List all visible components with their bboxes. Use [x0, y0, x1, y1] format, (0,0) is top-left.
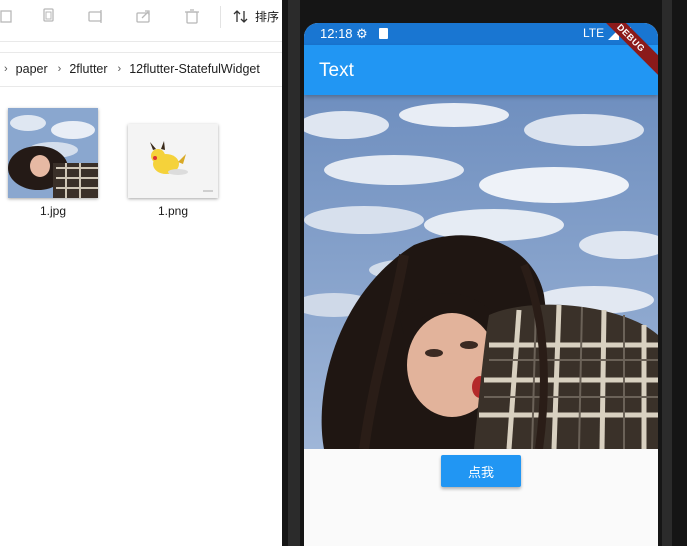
sort-button[interactable]: 排序	[233, 5, 279, 27]
photo-thumbnail-image	[8, 108, 98, 198]
breadcrumb: › paper › 2flutter › 12flutter-StatefulW…	[0, 58, 260, 80]
copy-icon	[43, 8, 54, 22]
toolbar-divider	[220, 6, 221, 28]
image-thumbnail	[128, 124, 218, 198]
file-item-jpg[interactable]: 1.jpg	[3, 108, 103, 218]
pikachu-thumbnail-image	[128, 124, 218, 198]
chevron-right-icon: ›	[57, 63, 62, 75]
click-me-button[interactable]: 点我	[441, 455, 521, 487]
image-thumbnail	[8, 108, 98, 198]
android-status-bar: 12:18 ⚙ LTE	[304, 23, 658, 45]
sort-label: 排序	[255, 9, 280, 24]
cut-icon	[0, 10, 12, 23]
portrait-photo-image	[304, 95, 658, 449]
network-image	[304, 95, 658, 449]
rename-icon	[88, 10, 102, 23]
cut-button[interactable]	[0, 5, 20, 27]
rename-button[interactable]	[83, 5, 109, 27]
phone-frame-edge-right	[662, 0, 672, 546]
file-item-png[interactable]: 1.png	[123, 124, 223, 218]
trash-icon	[185, 8, 199, 24]
phone-screen: 12:18 ⚙ LTE Text DEBUG 点我	[304, 23, 658, 546]
phone-frame-edge-left	[288, 0, 300, 546]
gear-icon: ⚙	[356, 26, 368, 41]
breadcrumb-item-12flutter-statefulwidget[interactable]: 12flutter-StatefulWidget	[129, 62, 260, 76]
sort-icon	[233, 9, 248, 23]
explorer-toolbar: 排序	[0, 0, 300, 34]
file-name-label: 1.jpg	[39, 204, 67, 218]
file-name-label: 1.png	[157, 204, 189, 218]
status-network: LTE	[583, 26, 605, 40]
sd-card-icon	[379, 28, 388, 39]
breadcrumb-item-2flutter[interactable]: 2flutter	[69, 62, 107, 76]
app-bar: Text	[304, 45, 658, 95]
click-me-button-label: 点我	[467, 464, 494, 480]
share-icon	[136, 10, 150, 23]
delete-button[interactable]	[179, 5, 205, 27]
chevron-right-icon: ›	[4, 63, 8, 75]
file-explorer-window: 排序 › paper › 2flutter › 12flutter-Statef…	[0, 0, 300, 546]
addressbar-top-line	[0, 52, 300, 53]
addressbar-bottom-line	[0, 86, 300, 87]
app-bar-title: Text	[319, 60, 354, 81]
chevron-right-icon: ›	[117, 63, 122, 75]
copy-button[interactable]	[35, 5, 61, 27]
share-button[interactable]	[131, 5, 157, 27]
breadcrumb-item-paper[interactable]: paper	[16, 62, 48, 76]
toolbar-divider-line	[0, 41, 300, 42]
status-time: 12:18	[320, 26, 353, 41]
